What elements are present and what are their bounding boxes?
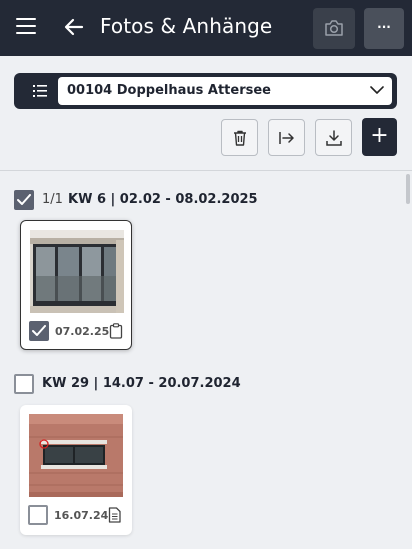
back-arrow-icon[interactable]: [63, 16, 85, 38]
more-options-button[interactable]: ···: [364, 8, 404, 49]
download-icon: [326, 130, 342, 146]
document-icon: [108, 507, 121, 523]
photo-thumbnail[interactable]: [30, 230, 124, 313]
group-checkbox[interactable]: [14, 190, 34, 210]
clipboard-icon: [109, 323, 123, 339]
group-checkbox[interactable]: [14, 374, 34, 394]
move-button[interactable]: [268, 119, 305, 156]
photo-date: 07.02.25: [55, 325, 110, 338]
photo-checkbox[interactable]: [28, 505, 48, 525]
add-button[interactable]: +: [362, 118, 397, 156]
app-header: Fotos & Anhänge ···: [0, 0, 412, 56]
photo-card[interactable]: 07.02.25: [20, 220, 132, 350]
camera-button[interactable]: [313, 8, 355, 49]
chevron-down-icon: [370, 86, 384, 94]
photo-checkbox[interactable]: [29, 321, 49, 341]
photo-thumbnail[interactable]: [29, 414, 123, 497]
photo-card[interactable]: 16.07.24: [20, 405, 132, 535]
project-select-value: 00104 Doppelhaus Attersee: [67, 83, 271, 98]
divider: [0, 170, 412, 171]
download-button[interactable]: [315, 119, 352, 156]
list-icon: [33, 85, 47, 97]
group-week-label: KW 6 | 02.02 - 08.02.2025: [68, 192, 258, 207]
project-selector-bar: 00104 Doppelhaus Attersee: [14, 73, 397, 109]
scrollbar[interactable]: [406, 174, 410, 204]
trash-icon: [234, 130, 246, 146]
delete-button[interactable]: [221, 119, 258, 156]
checkmark-icon: [32, 325, 46, 336]
menu-icon[interactable]: [16, 18, 36, 34]
move-to-icon: [279, 132, 294, 144]
project-select[interactable]: 00104 Doppelhaus Attersee: [58, 77, 392, 105]
group-selection-count: 1/1: [42, 192, 63, 207]
photo-date: 16.07.24: [54, 509, 109, 522]
camera-icon: [325, 20, 343, 36]
group-week-label: KW 29 | 14.07 - 20.07.2024: [42, 376, 241, 391]
checkmark-icon: [17, 194, 31, 205]
page-title: Fotos & Anhänge: [100, 14, 273, 38]
